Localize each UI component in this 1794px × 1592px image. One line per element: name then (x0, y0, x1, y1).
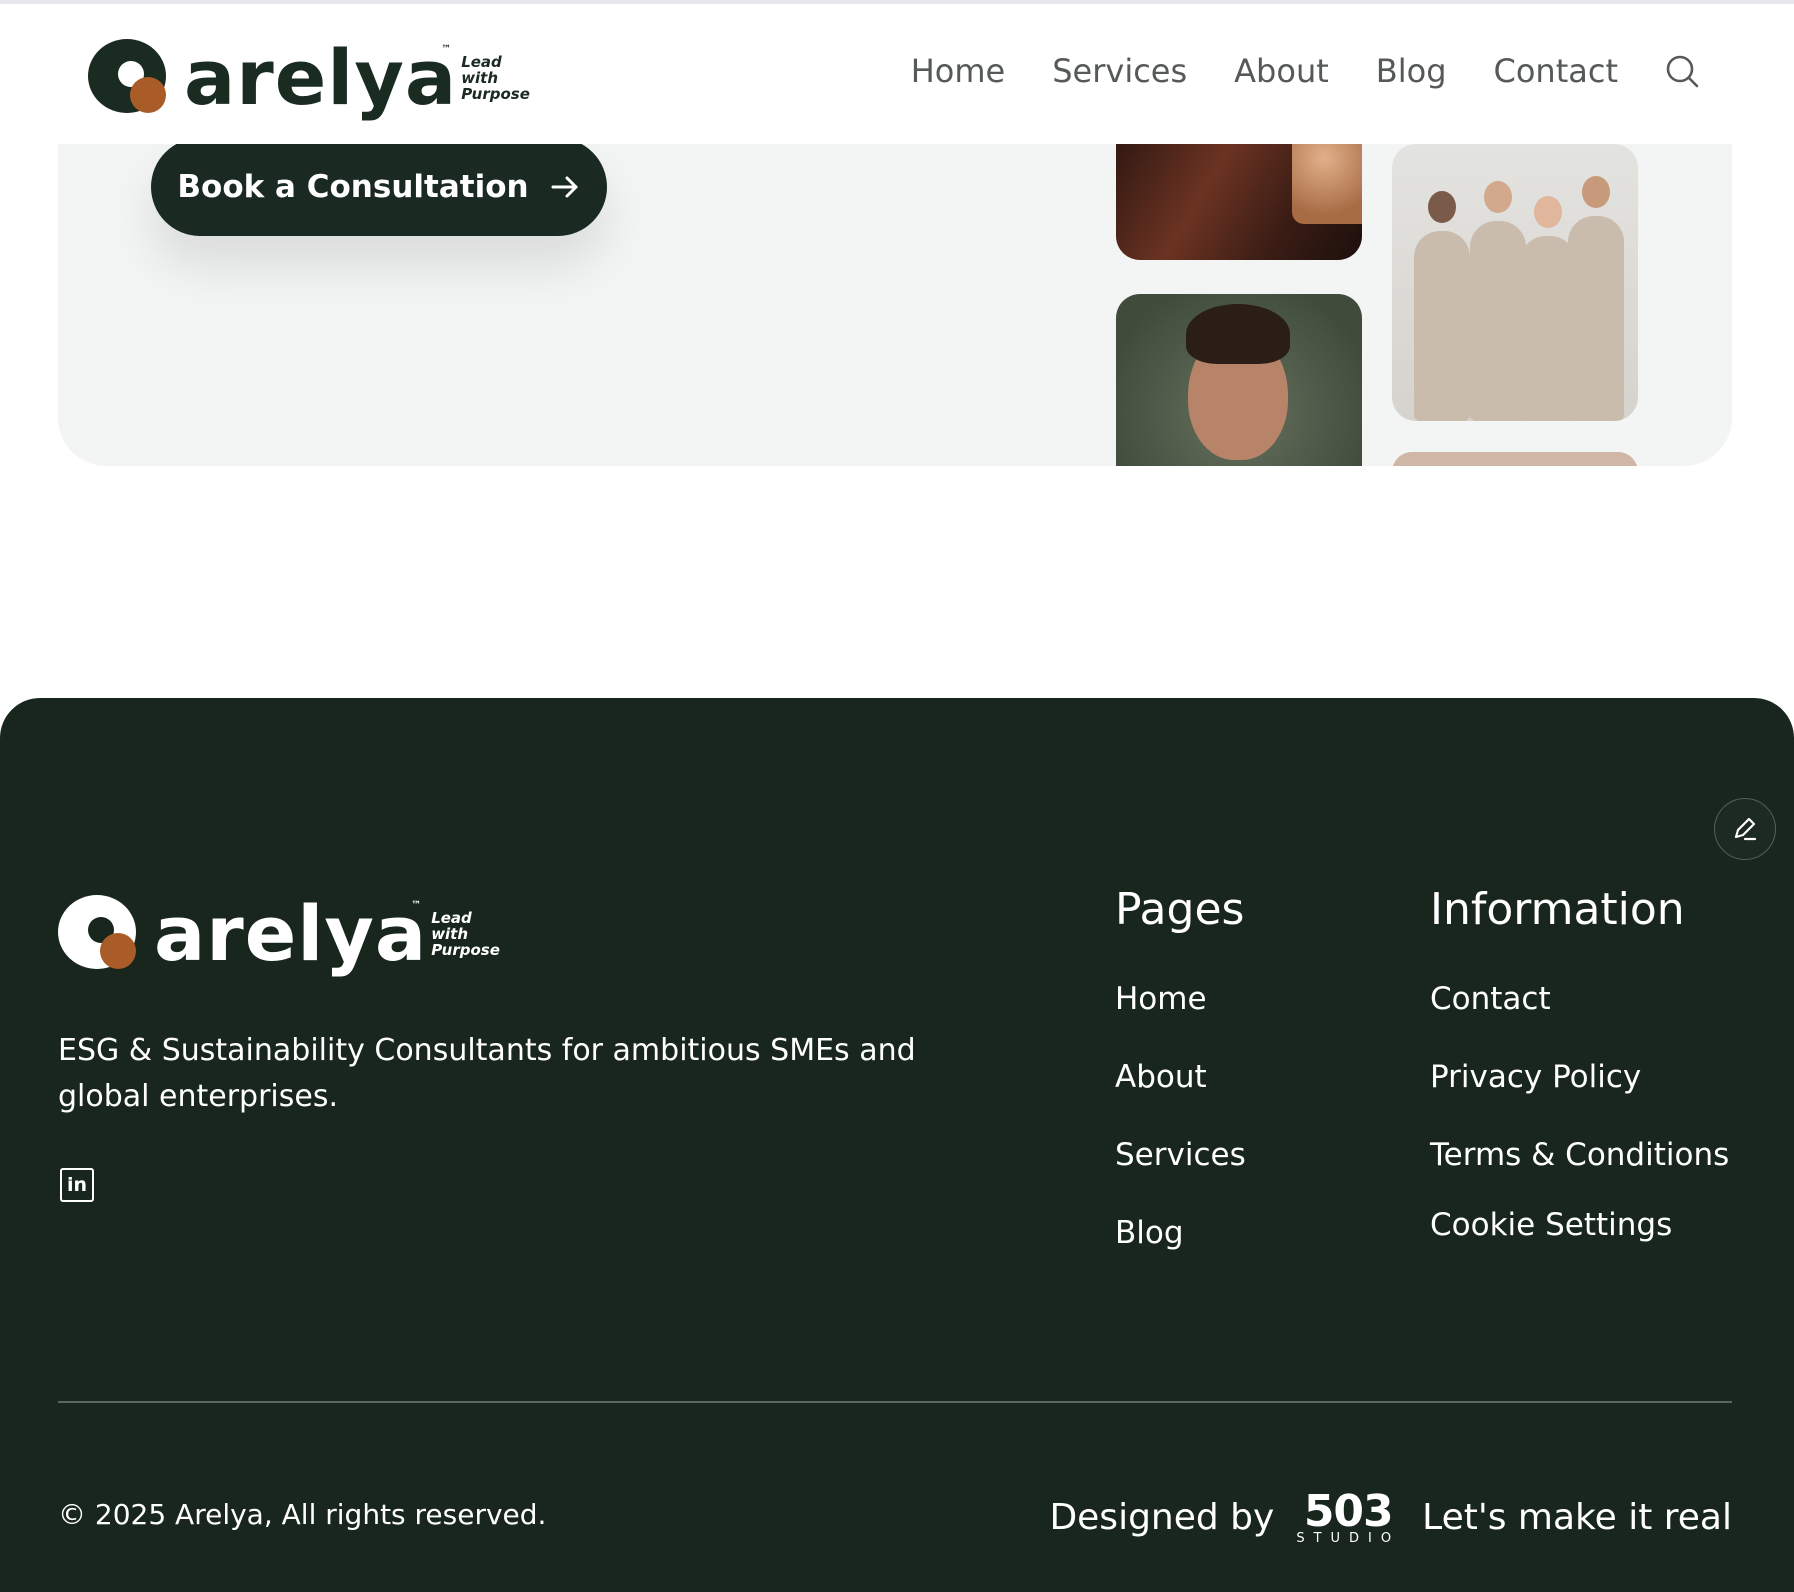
footer-description: ESG & Sustainability Consultants for amb… (58, 1033, 916, 1114)
logo-tagline: ™ Lead with Purpose (441, 44, 530, 103)
logo-tagline-line: Purpose (431, 940, 500, 959)
footer-link-home[interactable]: Home (1115, 979, 1246, 1057)
site-header: arelya ™ Lead with Purpose Home Services… (0, 4, 1794, 144)
footer-link-terms-conditions[interactable]: Terms & Conditions (1430, 1135, 1729, 1213)
footer-information-column: Information Contact Privacy Policy Terms… (1430, 884, 1729, 1283)
studio-number: 503 (1303, 1486, 1394, 1537)
logo-wordmark: arelya (184, 33, 458, 122)
nav-item-contact[interactable]: Contact (1494, 52, 1619, 90)
studio-word: STUDIO (1296, 1531, 1401, 1546)
footer-information-heading: Information (1430, 884, 1685, 935)
logo-tagline-line: with (431, 924, 469, 943)
arrow-right-icon (551, 176, 578, 198)
team-group-photo (1392, 144, 1638, 421)
book-consultation-label: Book a Consultation (177, 169, 529, 205)
footer-link-services[interactable]: Services (1115, 1135, 1246, 1213)
logo-tagline-line: Lead (461, 52, 502, 71)
edit-pen-icon[interactable] (1714, 798, 1776, 860)
footer-link-about[interactable]: About (1115, 1057, 1246, 1135)
trademark-symbol: ™ (411, 899, 422, 911)
woman-portrait-photo (1116, 294, 1362, 466)
copyright-text: © 2025 Arelya, All rights reserved. (58, 1498, 547, 1531)
partial-photo (1392, 452, 1638, 466)
footer-divider (58, 1401, 1732, 1403)
logo-tagline-line: with (461, 68, 499, 87)
logo-wordmark: arelya (154, 889, 428, 978)
footer-logo[interactable]: arelya ™ Lead with Purpose (58, 886, 500, 982)
search-icon[interactable] (1664, 53, 1700, 89)
studio-logo[interactable]: 503 STUDIO (1296, 1486, 1401, 1546)
nav-item-services[interactable]: Services (1052, 52, 1187, 90)
footer-link-blog[interactable]: Blog (1115, 1213, 1246, 1291)
hands-coins-photo (1116, 144, 1362, 260)
book-consultation-button[interactable]: Book a Consultation (151, 144, 607, 236)
footer-pages-heading: Pages (1115, 884, 1245, 935)
logo-tagline-line: Purpose (461, 84, 530, 103)
studio-slogan: Let's make it real (1422, 1497, 1732, 1538)
designed-by-label: Designed by (1049, 1497, 1275, 1538)
site-footer: arelya ™ Lead with Purpose ESG & Sustain… (0, 698, 1794, 1592)
header-logo[interactable]: arelya ™ Lead with Purpose (88, 30, 530, 126)
trademark-symbol: ™ (441, 43, 452, 55)
footer-link-privacy-policy[interactable]: Privacy Policy (1430, 1057, 1729, 1135)
footer-link-cookie-settings[interactable]: Cookie Settings (1430, 1205, 1729, 1283)
main-nav: Home Services About Blog Contact (864, 52, 1700, 90)
designer-credit: Designed by 503 STUDIO Let's make it rea… (1049, 1486, 1732, 1546)
footer-link-contact[interactable]: Contact (1430, 979, 1729, 1057)
nav-item-home[interactable]: Home (911, 52, 1006, 90)
linkedin-icon[interactable]: in (60, 1168, 94, 1202)
hero-card: Book a Consultation (58, 144, 1732, 466)
logo-tagline-line: Lead (431, 908, 472, 927)
footer-pages-column: Pages Home About Services Blog (1115, 884, 1246, 1291)
nav-item-about[interactable]: About (1234, 52, 1329, 90)
logo-mark-icon (88, 39, 166, 117)
logo-mark-icon (58, 895, 136, 973)
logo-tagline: ™ Lead with Purpose (411, 900, 500, 959)
nav-item-blog[interactable]: Blog (1376, 52, 1447, 90)
